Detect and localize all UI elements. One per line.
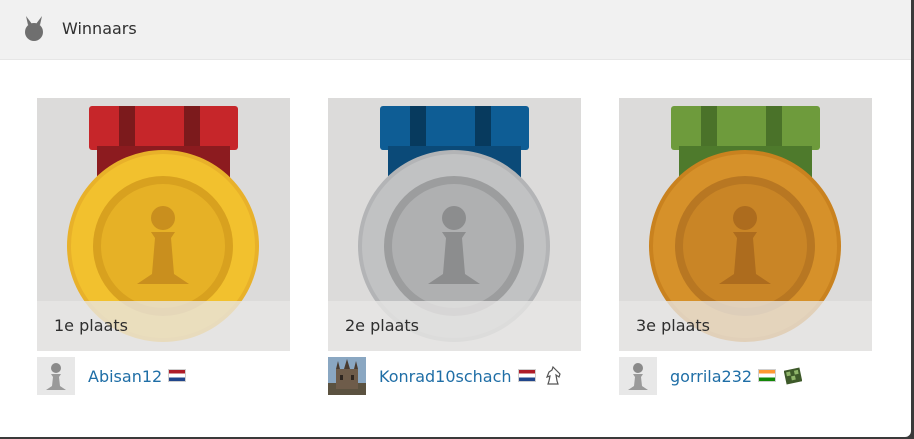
place-bar: 3e plaats: [619, 301, 872, 351]
netherlands-flag-icon: [517, 369, 536, 382]
place-label: 3e plaats: [636, 316, 710, 335]
pawn-icon: [37, 357, 75, 395]
winner-card-2[interactable]: 2e plaats Konrad10schach: [328, 98, 581, 395]
pawn-avatar[interactable]: [37, 357, 75, 395]
winner-row: Konrad10schach: [328, 357, 581, 395]
winner-row: gorrila232: [619, 357, 872, 395]
gold-medal-image: 1e plaats: [37, 98, 290, 351]
castle-icon: [328, 357, 366, 395]
place-label: 2e plaats: [345, 316, 419, 335]
username-text: gorrila232: [670, 367, 753, 386]
panel-title: Winnaars: [62, 19, 137, 38]
pawn-avatar[interactable]: [619, 357, 657, 395]
place-bar: 2e plaats: [328, 301, 581, 351]
username-link[interactable]: Konrad10schach: [379, 365, 562, 388]
medal-icon: [25, 16, 43, 41]
bronze-medal-image: 3e plaats: [619, 98, 872, 351]
board-icon: [784, 366, 803, 385]
winner-card-3[interactable]: 3e plaats gorrila232: [619, 98, 872, 395]
place-label: 1e plaats: [54, 316, 128, 335]
winner-row: Abisan12: [37, 357, 290, 395]
username-link[interactable]: Abisan12: [88, 367, 187, 386]
place-bar: 1e plaats: [37, 301, 290, 351]
netherlands-flag-icon: [168, 369, 187, 382]
winners-panel: Winnaars 1e plaats Abisan12 2e plaats Ko…: [0, 0, 911, 437]
username-link[interactable]: gorrila232: [670, 366, 803, 387]
india-flag-icon: [758, 369, 777, 382]
winner-card-1[interactable]: 1e plaats Abisan12: [37, 98, 290, 395]
knight-icon: [545, 365, 561, 385]
castle-photo-avatar[interactable]: [328, 357, 366, 395]
silver-medal-image: 2e plaats: [328, 98, 581, 351]
username-text: Konrad10schach: [379, 367, 512, 386]
panel-header: Winnaars: [0, 0, 911, 60]
username-text: Abisan12: [88, 367, 163, 386]
pawn-icon: [619, 357, 657, 395]
